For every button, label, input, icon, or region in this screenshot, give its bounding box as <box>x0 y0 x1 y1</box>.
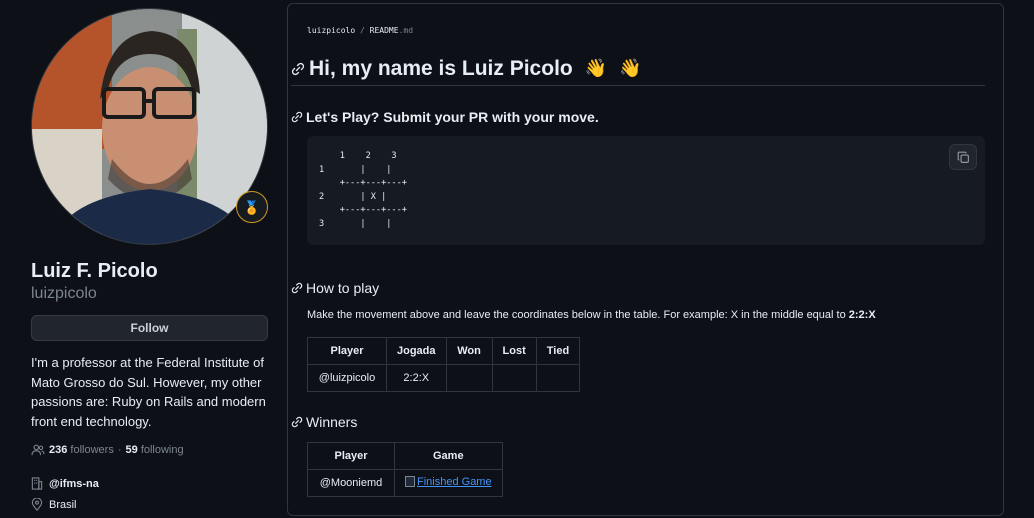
table-cell: @Mooniemd <box>307 469 395 497</box>
table-header: Jogada <box>386 337 447 365</box>
example-move: 2:2:X <box>848 309 876 321</box>
finished-game-image-link[interactable]: Finished Game <box>405 476 492 488</box>
table-header-row: Player Game <box>307 442 503 470</box>
moves-table: Player Jogada Won Lost Tied @luizpicolo … <box>307 337 581 392</box>
waving-hand-icon: 👋 <box>619 58 642 78</box>
stats-separator: · <box>117 444 122 456</box>
anchor-link-icon[interactable] <box>291 111 303 123</box>
winners-heading: Winners <box>291 414 357 430</box>
people-icon <box>31 444 45 456</box>
table-cell: @luizpicolo <box>307 364 387 392</box>
following-link[interactable]: 59 following <box>126 444 184 456</box>
how-to-play-text: Make the movement above and leave the co… <box>307 309 876 321</box>
copy-icon <box>957 151 969 163</box>
building-icon <box>31 477 43 490</box>
copy-button[interactable] <box>949 144 977 170</box>
breadcrumb-separator: / <box>360 26 365 35</box>
anchor-link-icon[interactable] <box>291 416 303 428</box>
profile-full-name: Luiz F. Picolo <box>31 260 158 282</box>
table-header: Game <box>394 442 503 470</box>
table-cell <box>535 364 581 392</box>
location-label: Brasil <box>49 498 77 511</box>
broken-image-icon <box>405 476 415 488</box>
profile-sidebar: 🏅 Luiz F. Picolo luizpicolo Follow I'm a… <box>0 0 290 518</box>
play-heading-text: Let's Play? Submit your PR with your mov… <box>306 109 599 125</box>
readme-title: Hi, my name is Luiz Picolo 👋 👋 <box>291 52 985 86</box>
table-header: Tied <box>535 337 581 365</box>
waving-hand-icon: 👋 <box>584 58 608 78</box>
how-to-play-heading: How to play <box>291 280 379 296</box>
play-heading: Let's Play? Submit your PR with your mov… <box>291 109 599 125</box>
table-header: Player <box>307 337 387 365</box>
breadcrumb-user[interactable]: luizpicolo <box>307 26 355 35</box>
location-pin-icon <box>31 498 43 511</box>
profile-bio: I'm a professor at the Federal Institute… <box>31 355 266 429</box>
avatar[interactable] <box>31 8 268 245</box>
followers-link[interactable]: 236 followers <box>49 444 114 456</box>
profile-username: luizpicolo <box>31 285 97 302</box>
table-cell <box>445 364 493 392</box>
breadcrumb-ext: .md <box>398 26 414 35</box>
table-cell <box>491 364 537 392</box>
table-header: Player <box>307 442 395 470</box>
table-row: @Mooniemd Finished Game <box>307 469 503 497</box>
table-header: Won <box>445 337 493 365</box>
anchor-link-icon[interactable] <box>291 282 303 294</box>
follow-button[interactable]: Follow <box>31 315 268 341</box>
table-header: Lost <box>491 337 537 365</box>
follow-stats: 236 followers · 59 following <box>31 444 184 456</box>
profile-organization[interactable]: @ifms-na <box>31 477 99 490</box>
winners-heading-text: Winners <box>306 414 358 430</box>
board-code-block: 1 2 3 1 | | +---+---+---+ 2 | X | +---+-… <box>307 136 985 245</box>
title-text: Hi, my name is Luiz Picolo <box>309 56 573 80</box>
breadcrumb: luizpicolo / README.md <box>307 26 413 35</box>
profile-location: Brasil <box>31 498 77 511</box>
how-heading-text: How to play <box>306 280 380 296</box>
tic-tac-toe-board: 1 2 3 1 | | +---+---+---+ 2 | X | +---+-… <box>319 151 407 229</box>
table-row: @luizpicolo 2:2:X <box>307 364 581 392</box>
status-badge[interactable]: 🏅 <box>236 191 268 223</box>
table-cell: Finished Game <box>394 469 503 497</box>
medal-icon: 🏅 <box>243 199 261 215</box>
readme-panel: luizpicolo / README.md Hi, my name is Lu… <box>287 3 1004 516</box>
anchor-link-icon[interactable] <box>291 62 305 76</box>
winners-table: Player Game @Mooniemd Finished Game <box>307 442 503 497</box>
avatar-container: 🏅 <box>31 8 268 245</box>
organization-label: @ifms-na <box>49 477 99 490</box>
table-cell: 2:2:X <box>386 364 447 392</box>
breadcrumb-file: README <box>369 26 399 35</box>
table-header-row: Player Jogada Won Lost Tied <box>307 337 581 365</box>
